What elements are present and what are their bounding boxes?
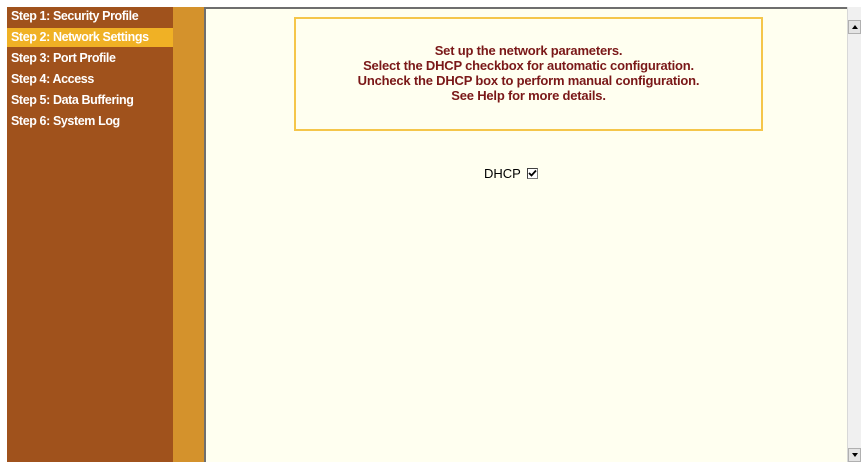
nav-step-system-log[interactable]: Step 6: System Log	[7, 112, 173, 131]
dhcp-checkbox[interactable]	[526, 167, 538, 179]
nav-divider-strip	[173, 7, 204, 462]
wizard-step-nav: Step 1: Security Profile Step 2: Network…	[7, 7, 173, 462]
instruction-line: Select the DHCP checkbox for automatic c…	[363, 58, 694, 73]
scroll-down-arrow-icon	[852, 453, 858, 457]
instruction-line: Set up the network parameters.	[434, 43, 623, 58]
scroll-up-button[interactable]	[848, 20, 861, 34]
dhcp-label: DHCP	[484, 165, 521, 181]
instruction-line: See Help for more details.	[451, 88, 606, 103]
nav-step-port-profile[interactable]: Step 3: Port Profile	[7, 49, 173, 68]
instruction-line: Uncheck the DHCP box to perform manual c…	[357, 73, 700, 88]
scroll-down-button[interactable]	[848, 448, 861, 462]
instructions-box: Set up the network parameters. Select th…	[294, 17, 763, 131]
scroll-up-arrow-icon	[852, 25, 858, 29]
nav-step-data-buffering[interactable]: Step 5: Data Buffering	[7, 91, 173, 110]
nav-step-security-profile[interactable]: Step 1: Security Profile	[7, 7, 173, 26]
wizard-window: Step 1: Security Profile Step 2: Network…	[0, 0, 861, 462]
nav-step-access[interactable]: Step 4: Access	[7, 70, 173, 89]
dhcp-row: DHCP	[484, 165, 538, 181]
vertical-scrollbar[interactable]	[847, 7, 861, 462]
network-settings-panel: Set up the network parameters. Select th…	[204, 7, 847, 462]
checkmark-icon	[528, 169, 537, 177]
nav-step-network-settings[interactable]: Step 2: Network Settings	[7, 28, 173, 47]
